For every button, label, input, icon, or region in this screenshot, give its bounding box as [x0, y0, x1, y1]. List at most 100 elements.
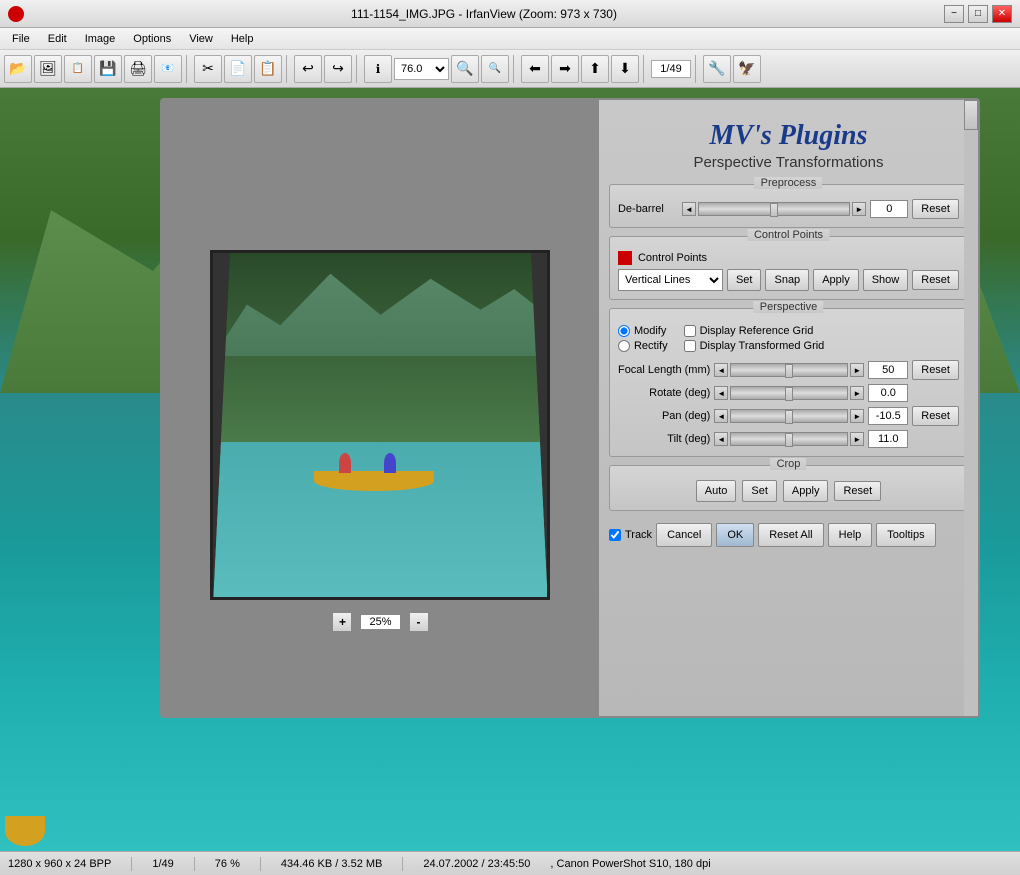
close-button[interactable]: ✕ [992, 5, 1012, 23]
redo-button[interactable]: ↪ [324, 55, 352, 83]
zoom-select[interactable]: 76.0 100 50 25 [394, 58, 449, 80]
zoom-out-button[interactable]: 🔍 [481, 55, 509, 83]
app-logo [8, 6, 24, 22]
crop-reset-button[interactable]: Reset [834, 481, 881, 501]
focal-length-left[interactable]: ◄ [714, 363, 728, 377]
cp-reset-button[interactable]: Reset [912, 270, 959, 290]
cp-controls: Vertical Lines Horizontal Lines Grid Set… [618, 269, 959, 291]
ok-button[interactable]: OK [716, 523, 754, 547]
dialog-scrollbar[interactable] [964, 100, 978, 716]
debarrel-track[interactable] [698, 202, 850, 216]
help-button[interactable]: Help [828, 523, 873, 547]
rotate-track[interactable] [730, 386, 848, 400]
reset-all-button[interactable]: Reset All [758, 523, 823, 547]
cp-snap-button[interactable]: Snap [765, 269, 809, 291]
cp-apply-button[interactable]: Apply [813, 269, 859, 291]
modify-radio[interactable] [618, 325, 630, 337]
focal-length-input[interactable] [868, 361, 908, 379]
display-trans-grid-checkbox[interactable] [684, 340, 696, 352]
debarrel-left-arrow[interactable]: ◄ [682, 202, 696, 216]
info-button[interactable]: 📋 [64, 55, 92, 83]
tilt-right[interactable]: ► [850, 432, 864, 446]
preview-image [210, 250, 550, 600]
plugin-logo: MV's Plugins Perspective Transformations [609, 110, 968, 176]
zoom-in-button[interactable]: 🔍 [451, 55, 479, 83]
cancel-button[interactable]: Cancel [656, 523, 712, 547]
bg-boat [5, 816, 45, 846]
rotate-thumb[interactable] [785, 387, 793, 401]
perspective-section: Perspective Modify Rectify [609, 308, 968, 457]
tilt-track[interactable] [730, 432, 848, 446]
maximize-button[interactable]: □ [968, 5, 988, 23]
nav-down-button[interactable]: ⬇ [611, 55, 639, 83]
rotate-input[interactable] [868, 384, 908, 402]
save-button[interactable]: 💾 [94, 55, 122, 83]
debarrel-right-arrow[interactable]: ► [852, 202, 866, 216]
menu-help[interactable]: Help [223, 31, 262, 47]
undo-button[interactable]: ↩ [294, 55, 322, 83]
nav-up-button[interactable]: ⬆ [581, 55, 609, 83]
pan-input[interactable] [868, 407, 908, 425]
preview-controls: + 25% - [332, 612, 428, 632]
rotate-left[interactable]: ◄ [714, 386, 728, 400]
cut-button[interactable]: ✂ [194, 55, 222, 83]
tilt-left[interactable]: ◄ [714, 432, 728, 446]
rectify-radio[interactable] [618, 340, 630, 352]
menu-file[interactable]: File [4, 31, 38, 47]
rotate-right[interactable]: ► [850, 386, 864, 400]
pan-thumb[interactable] [785, 410, 793, 424]
modify-label: Modify [634, 325, 666, 337]
copy-button[interactable]: 📄 [224, 55, 252, 83]
info2-button[interactable]: ℹ [364, 55, 392, 83]
tool1-button[interactable]: 🔧 [703, 55, 731, 83]
prev-button[interactable]: ⬅ [521, 55, 549, 83]
track-checkbox[interactable] [609, 529, 621, 541]
preprocess-title: Preprocess [755, 177, 823, 189]
debarrel-label: De-barrel [618, 203, 678, 215]
cp-type-dropdown[interactable]: Vertical Lines Horizontal Lines Grid [618, 269, 723, 291]
open-button[interactable]: 📂 [4, 55, 32, 83]
plugin-logo-text: MV's Plugins [609, 120, 968, 152]
pan-left[interactable]: ◄ [714, 409, 728, 423]
menu-edit[interactable]: Edit [40, 31, 75, 47]
display-ref-grid-checkbox[interactable] [684, 325, 696, 337]
tool2-button[interactable]: 🦅 [733, 55, 761, 83]
pan-track[interactable] [730, 409, 848, 423]
crop-apply-button[interactable]: Apply [783, 480, 829, 502]
preview-zoom-plus[interactable]: + [332, 612, 352, 632]
debarrel-thumb[interactable] [770, 203, 778, 217]
paste-button[interactable]: 📋 [254, 55, 282, 83]
tilt-input[interactable] [868, 430, 908, 448]
pan-reset[interactable]: Reset [912, 406, 959, 426]
menu-view[interactable]: View [181, 31, 221, 47]
rectify-radio-row: Rectify [618, 340, 668, 352]
minimize-button[interactable]: − [944, 5, 964, 23]
main-area: + 25% - MV's Plugins Perspective Transfo… [0, 88, 1020, 851]
perspective-overlay [213, 253, 547, 597]
focal-length-reset[interactable]: Reset [912, 360, 959, 380]
tilt-thumb[interactable] [785, 433, 793, 447]
menu-options[interactable]: Options [125, 31, 179, 47]
tooltips-button[interactable]: Tooltips [876, 523, 935, 547]
debarrel-reset-button[interactable]: Reset [912, 199, 959, 219]
preview-zoom-minus[interactable]: - [409, 612, 429, 632]
scrollbar-thumb[interactable] [964, 100, 978, 130]
boat-area [314, 471, 434, 511]
crop-section: Crop Auto Set Apply Reset [609, 465, 968, 511]
crop-auto-button[interactable]: Auto [696, 480, 737, 502]
cp-label-text: Control Points [638, 252, 707, 264]
menu-image[interactable]: Image [77, 31, 124, 47]
cp-show-button[interactable]: Show [863, 269, 909, 291]
focal-length-right[interactable]: ► [850, 363, 864, 377]
pan-right[interactable]: ► [850, 409, 864, 423]
next-button[interactable]: ➡ [551, 55, 579, 83]
print-button[interactable]: 🖨 [124, 55, 152, 83]
crop-set-button[interactable]: Set [742, 480, 777, 502]
debarrel-value-input[interactable]: 0 [870, 200, 908, 218]
mail-button[interactable]: 📧 [154, 55, 182, 83]
focal-length-thumb[interactable] [785, 364, 793, 378]
bottom-bar: Track Cancel OK Reset All Help Tooltips [609, 519, 968, 547]
thumbnails-button[interactable]: 🖼 [34, 55, 62, 83]
cp-set-button[interactable]: Set [727, 269, 762, 291]
focal-length-track[interactable] [730, 363, 848, 377]
